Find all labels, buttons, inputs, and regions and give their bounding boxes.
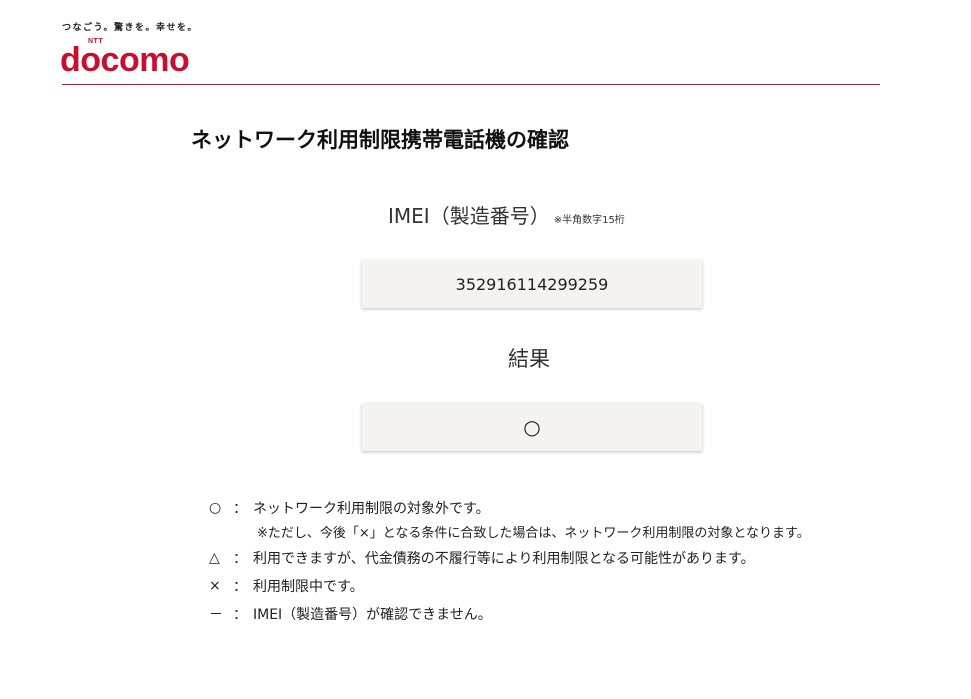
legend-text: ネットワーク利用制限の対象外です。 [253,501,490,517]
page-title: ネットワーク利用制限携帯電話機の確認 [191,128,569,152]
result-label: 結果 [508,347,550,371]
imei-label: IMEI（製造番号） [388,204,550,228]
legend-text: IMEI（製造番号）が確認できません。 [253,607,492,623]
legend-colon: ： [233,579,247,595]
brand-tagline: つなごう。驚きを。幸せを。 [62,23,198,33]
legend-item-restricted: × ： 利用制限中です。 [209,572,810,600]
page: つなごう。驚きを。幸せを。 docomo NTT ネットワーク利用制限携帯電話機… [0,0,971,699]
legend-text: 利用できますが、代金債務の不履行等により利用制限となる可能性があります。 [253,551,755,567]
docomo-logo[interactable]: docomo NTT [60,38,220,79]
legend-colon: ： [233,607,247,623]
logo-ntt-mark: NTT [88,38,104,45]
result-legend: ○ ： ネットワーク利用制限の対象外です。 ※ただし、今後「×」となる条件に合致… [209,494,810,628]
legend-colon: ： [233,551,247,567]
logo-wordmark: docomo [60,41,190,79]
imei-value-field: 352916114299259 [362,260,702,308]
imei-label-row: IMEI（製造番号） ※半角数字15桁 [388,200,625,229]
header-divider [62,84,880,85]
legend-text: 利用制限中です。 [253,579,364,595]
legend-colon: ： [233,501,247,517]
result-value-field: ○ [362,403,702,451]
legend-item-ok: ○ ： ネットワーク利用制限の対象外です。 [209,494,810,522]
legend-symbol-cross: × [209,578,221,594]
legend-item-warning: △ ： 利用できますが、代金債務の不履行等により利用制限となる可能性があります。 [209,544,810,572]
legend-symbol-circle: ○ [209,500,222,516]
imei-format-note: ※半角数字15桁 [553,215,625,226]
legend-note: ※ただし、今後「×」となる条件に合致した場合は、ネットワーク利用制限の対象となり… [257,526,810,541]
legend-symbol-dash: － [209,607,223,623]
legend-item-unknown: － ： IMEI（製造番号）が確認できません。 [209,600,810,628]
legend-symbol-triangle: △ [209,550,220,566]
